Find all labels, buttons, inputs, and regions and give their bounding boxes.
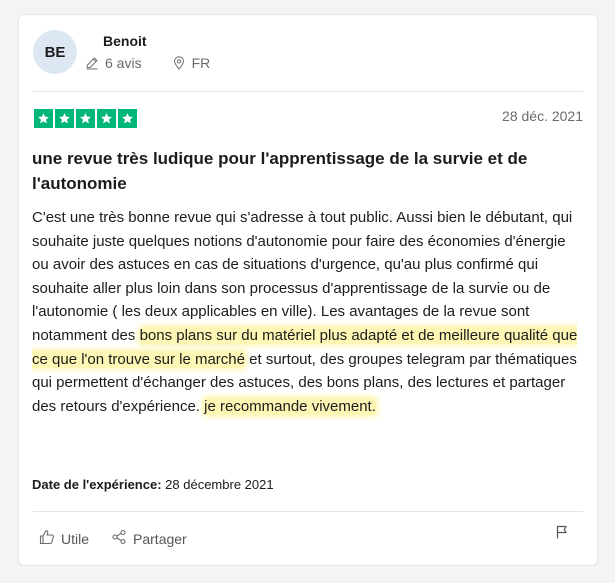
star-icon bbox=[97, 109, 116, 128]
reviewer-name[interactable]: Benoit bbox=[103, 33, 147, 49]
reviews-count: 6 avis bbox=[105, 55, 142, 71]
pencil-icon bbox=[85, 56, 99, 70]
star-icon bbox=[34, 109, 53, 128]
experience-value: 28 décembre 2021 bbox=[165, 477, 274, 492]
thumbs-up-icon bbox=[39, 529, 55, 548]
star-icon bbox=[55, 109, 74, 128]
highlighted-text: je recommande vivement. bbox=[204, 397, 376, 415]
share-icon bbox=[111, 529, 127, 548]
useful-label: Utile bbox=[61, 530, 90, 547]
useful-button[interactable]: Utile bbox=[39, 529, 89, 548]
divider bbox=[33, 91, 583, 92]
share-button[interactable]: Partager bbox=[111, 529, 187, 548]
location-pin-icon bbox=[172, 56, 186, 70]
star-icon bbox=[118, 109, 137, 128]
review-body: C'est une très bonne revue qui s'adresse… bbox=[32, 206, 584, 418]
experience-label: Date de l'expérience: bbox=[32, 477, 162, 492]
review-card: BE Benoit 6 avis FR 28 déc. 2021 une rev… bbox=[18, 14, 598, 566]
experience-date: Date de l'expérience: 28 décembre 2021 bbox=[32, 477, 274, 492]
star-rating bbox=[34, 109, 137, 128]
review-date: 28 déc. 2021 bbox=[502, 108, 583, 124]
star-icon bbox=[76, 109, 95, 128]
flag-icon[interactable] bbox=[555, 525, 569, 544]
review-actions: Utile Partager bbox=[39, 529, 187, 548]
avatar-initials: BE bbox=[44, 43, 66, 61]
avatar[interactable]: BE bbox=[33, 30, 77, 74]
share-label: Partager bbox=[133, 530, 187, 547]
divider bbox=[33, 511, 583, 512]
review-title[interactable]: une revue très ludique pour l'apprentiss… bbox=[32, 146, 582, 196]
reviewer-country: FR bbox=[191, 55, 211, 71]
reviewer-meta: 6 avis FR bbox=[85, 55, 210, 71]
review-body-text: C'est une très bonne revue qui s'adresse… bbox=[32, 209, 573, 344]
